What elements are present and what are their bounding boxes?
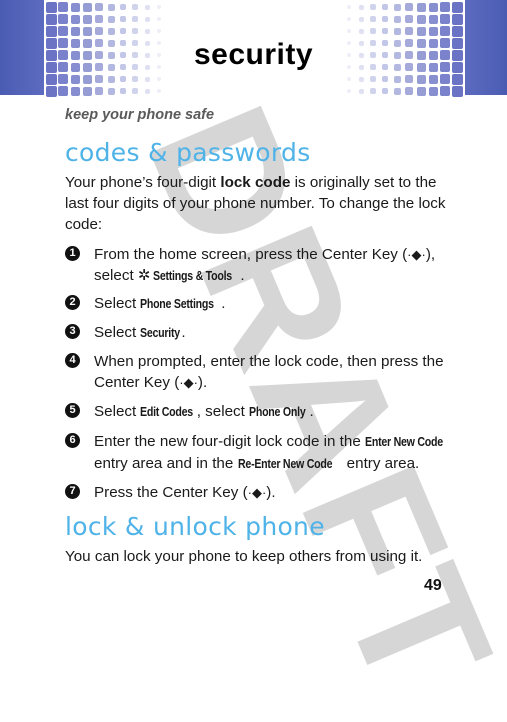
step-number-1: 1 [65,246,80,261]
lock-code-term: lock code [220,174,291,191]
step-2: 2 Select Phone Settings. [65,293,455,315]
step-1-text-a: From the home screen, press the Center K… [94,246,408,263]
step-3: 3 Select Security. [65,322,455,344]
step-number-6: 6 [65,433,80,448]
step-number-4: 4 [65,353,80,368]
step-6-text-a: Enter the new four-digit lock code in th… [94,433,365,450]
lock-paragraph: You can lock your phone to keep others f… [65,548,423,565]
step-3-text-a: Select [94,324,141,341]
field-enter-new-code: Enter New Code [365,435,443,449]
step-6-text-b: entry area and in the [94,455,238,472]
step-number-3: 3 [65,324,80,339]
step-2-text-a: Select [94,295,141,312]
step-5: 5 Select Edit Codes, select Phone Only. [65,401,455,423]
step-1-text-c: . [240,267,245,284]
step-7-text-b: ). [266,484,276,501]
step-6: 6 Enter the new four-digit lock code in … [65,431,455,475]
intro-text: Your phone’s four-digit [65,174,221,191]
field-re-enter-new-code: Re-Enter New Code [237,457,333,471]
menu-phone-only: Phone Only [249,405,306,419]
step-2-text: Select Phone Settings. [94,293,455,315]
step-4-text: When prompted, enter the lock code, then… [94,351,455,393]
section-heading-codes: codes & passwords [65,138,311,167]
step-3-text: Select Security. [94,322,455,344]
step-1-text: From the home screen, press the Center K… [94,244,455,287]
step-7-text-a: Press the Center Key ( [94,484,248,501]
menu-settings-tools: Settings & Tools [153,269,233,283]
step-3-text-b: . [181,324,186,341]
intro-paragraph: Your phone’s four-digit lock code is ori… [65,172,455,235]
step-6-text-c: entry area. [342,455,420,472]
step-7-text: Press the Center Key (·◆·). [94,482,455,503]
center-key-icon: ·◆· [179,375,198,390]
step-2-text-b: . [221,295,226,312]
step-4-text-b: ). [197,374,208,391]
center-key-icon: ·◆· [247,485,267,500]
step-5-text-c: . [309,403,314,420]
step-4: 4 When prompted, enter the lock code, th… [65,351,455,393]
step-number-5: 5 [65,403,80,418]
section-heading-lock: lock & unlock phone [65,512,325,541]
page-content: keep your phone safe codes & passwords Y… [0,0,507,617]
menu-edit-codes: Edit Codes [140,405,194,419]
step-number-2: 2 [65,295,80,310]
chapter-subtitle: keep your phone safe [65,107,215,123]
center-key-icon: ·◆· [407,247,426,262]
step-5-text-b: , select [196,403,250,420]
page-number: 49 [424,577,442,594]
gear-icon: ✲ [137,267,151,284]
step-4-text-a: When prompted, enter the lock code, then… [94,353,444,391]
menu-phone-settings: Phone Settings [140,297,215,311]
menu-security: Security [140,326,181,340]
step-7: 7 Press the Center Key (·◆·). [65,482,455,503]
step-5-text: Select Edit Codes, select Phone Only. [94,401,455,423]
step-1: 1 From the home screen, press the Center… [65,244,455,287]
step-6-text: Enter the new four-digit lock code in th… [94,431,455,475]
step-5-text-a: Select [94,403,141,420]
step-number-7: 7 [65,484,80,499]
